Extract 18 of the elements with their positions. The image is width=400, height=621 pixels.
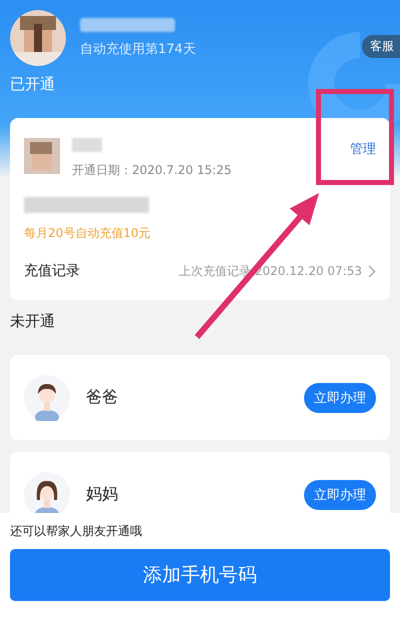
auto-recharge-note: 每月20号自动充值10元: [24, 225, 152, 242]
apply-now-button[interactable]: 立即办理: [304, 480, 376, 510]
apply-now-button[interactable]: 立即办理: [304, 382, 376, 412]
member-name: 爸爸: [86, 387, 119, 408]
section-title: 未开通: [10, 311, 56, 331]
footer-hint: 还可以帮家人朋友开通哦: [10, 523, 142, 540]
section-title: 已开通: [10, 74, 56, 94]
open-date: 开通日期：2020.7.20 15:25: [72, 162, 232, 179]
person-icon: [24, 374, 70, 420]
add-phone-button[interactable]: 添加手机号码: [10, 549, 390, 601]
usage-days: 自动充使用第174天: [80, 40, 196, 58]
chevron-right-icon: [368, 264, 376, 278]
customer-service-button[interactable]: 客服: [362, 35, 400, 58]
avatar: [24, 138, 60, 174]
record-label: 充值记录: [24, 262, 80, 280]
manage-link[interactable]: 管理: [350, 140, 376, 158]
blurred-name: [72, 138, 102, 152]
member-name: 妈妈: [86, 484, 119, 505]
